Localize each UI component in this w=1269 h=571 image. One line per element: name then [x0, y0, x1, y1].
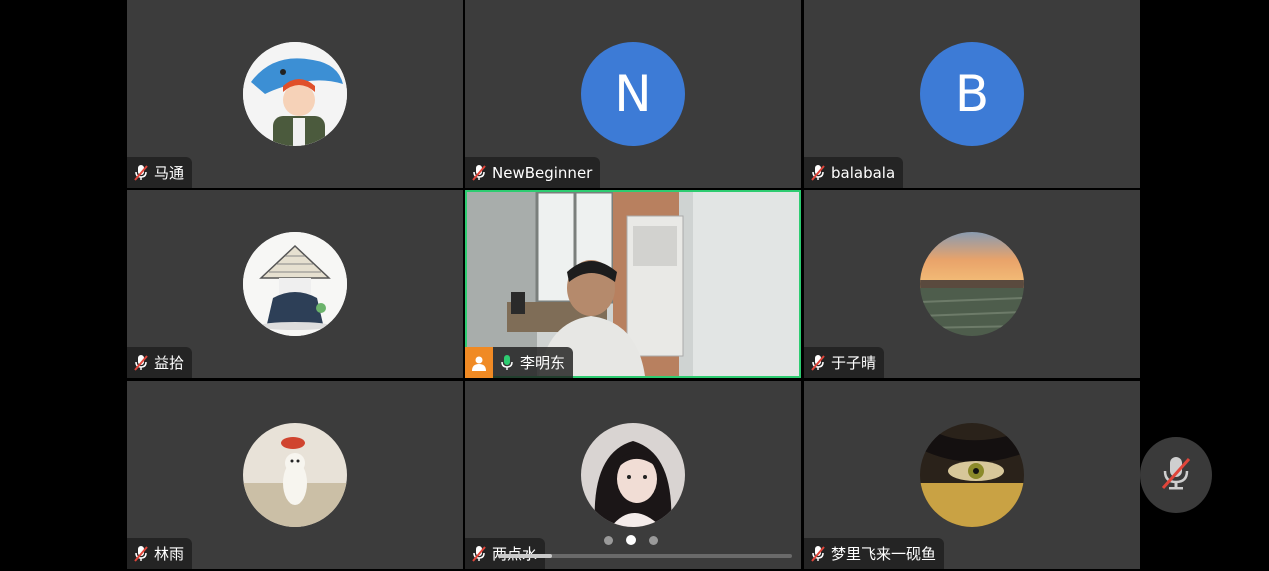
scrollbar-thumb[interactable]	[498, 554, 552, 558]
host-icon	[465, 347, 493, 378]
participant-name: 李明东	[520, 354, 566, 372]
microphone-muted-icon	[810, 164, 826, 182]
participant-name: 益拾	[154, 354, 185, 372]
avatar	[581, 423, 685, 527]
avatar	[920, 232, 1024, 336]
sunset-field-photo-icon	[920, 232, 1024, 336]
girl-portrait-photo-icon	[581, 423, 685, 527]
participant-name: 于子晴	[831, 354, 877, 372]
participant-name: 梦里飞来一砚鱼	[831, 545, 937, 563]
microphone-muted-icon	[810, 545, 826, 563]
participant-tile[interactable]: 马通	[127, 0, 463, 188]
participant-label: 马通	[127, 157, 193, 188]
participant-name: 林雨	[154, 545, 185, 563]
letter-avatar: N	[581, 42, 685, 146]
participant-tile[interactable]: B balabala	[804, 0, 1140, 188]
participant-tile-active-speaker[interactable]: 李明东	[465, 190, 801, 378]
avatar	[243, 232, 347, 336]
participant-tile[interactable]: 林雨	[127, 381, 463, 569]
letter-avatar: B	[920, 42, 1024, 146]
participant-label: 李明东	[465, 347, 574, 378]
participant-label: balabala	[804, 157, 904, 188]
participant-label: NewBeginner	[465, 157, 601, 188]
page-dot[interactable]	[604, 535, 613, 545]
participant-label: 林雨	[127, 538, 193, 569]
mute-toggle-button[interactable]	[1140, 437, 1212, 513]
avatar	[243, 42, 347, 146]
participant-name: NewBeginner	[492, 163, 593, 182]
page-indicator[interactable]	[604, 535, 658, 545]
eye-closeup-photo-icon	[920, 423, 1024, 527]
microphone-muted-icon	[133, 164, 149, 182]
participant-tile[interactable]: 益拾	[127, 190, 463, 378]
cartoon-shark-hat-boy-icon	[243, 42, 347, 146]
page-dot-current[interactable]	[626, 535, 636, 545]
microphone-muted-icon	[133, 354, 149, 372]
participant-label: 益拾	[127, 347, 193, 378]
cartoon-straw-hat-figure-icon	[243, 232, 347, 336]
microphone-active-icon	[499, 354, 515, 372]
participant-name: 马通	[154, 164, 185, 182]
horizontal-scrollbar[interactable]	[498, 554, 792, 558]
microphone-muted-icon	[471, 164, 487, 182]
microphone-muted-icon	[471, 545, 487, 563]
page-dot[interactable]	[649, 535, 658, 545]
participant-label: 梦里飞来一砚鱼	[804, 538, 945, 569]
video-grid: 马通 N NewBeginner B balabala 益拾 李明东 于子晴 林…	[127, 0, 1141, 571]
participant-tile[interactable]: N NewBeginner	[465, 0, 801, 188]
participant-tile[interactable]: 于子晴	[804, 190, 1140, 378]
hamster-photo-icon	[243, 423, 347, 527]
avatar	[243, 423, 347, 527]
participant-label: 于子晴	[804, 347, 885, 378]
microphone-muted-icon	[810, 354, 826, 372]
avatar	[920, 423, 1024, 527]
microphone-muted-icon	[1159, 454, 1193, 496]
participant-name: balabala	[831, 163, 896, 182]
microphone-muted-icon	[133, 545, 149, 563]
participant-tile[interactable]: 梦里飞来一砚鱼	[804, 381, 1140, 569]
